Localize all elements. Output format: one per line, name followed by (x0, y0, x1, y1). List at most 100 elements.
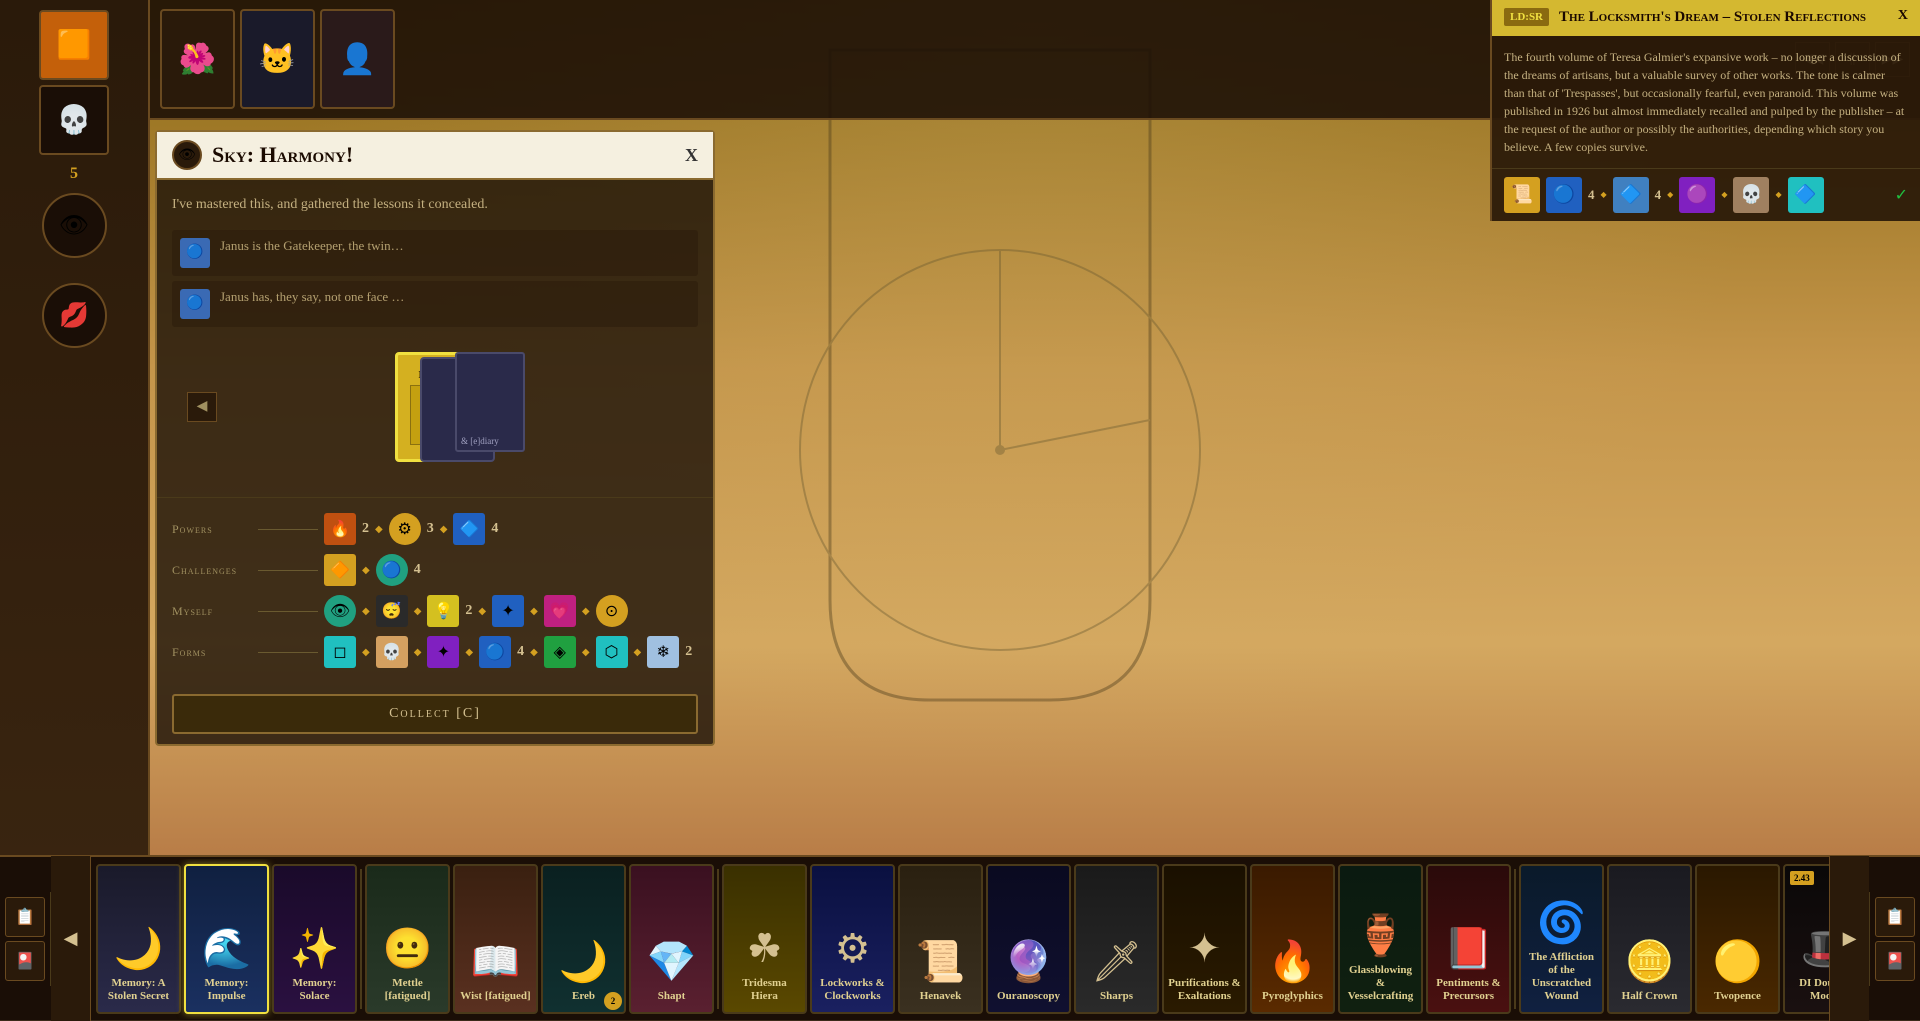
bottom-card-shapt[interactable]: 💎 Shapt (629, 864, 714, 1014)
story-glyph-2: 🔵 (186, 295, 203, 312)
forms-val-2: 2 (685, 644, 692, 660)
bottom-card-affliction[interactable]: 🌀 The Affliction of the Unscratched Woun… (1519, 864, 1604, 1014)
rp-dot-3: ◆ (1721, 190, 1727, 199)
modal-close-button[interactable]: X (685, 145, 698, 166)
myself-icon-6: ⊙ (596, 595, 628, 627)
forms-val-1: 4 (517, 644, 524, 660)
top-card-2[interactable]: 🐱 (240, 9, 315, 109)
dot-13: ◆ (582, 647, 590, 658)
bottom-card-henavek[interactable]: 📜 Henavek (898, 864, 983, 1014)
dot-5: ◆ (414, 606, 422, 617)
sidebar-icon-1: 🟧 (57, 28, 92, 62)
sidebar-slot-lips[interactable]: 💋 (42, 283, 107, 348)
modal-title: Sky: Harmony! (212, 142, 675, 168)
bc-shapt-icon: 💎 (647, 938, 697, 985)
sidebar-slot-1[interactable]: 🟧 (39, 10, 109, 80)
modal-eye-icon: 👁 (172, 140, 202, 170)
bottom-card-lockworks[interactable]: ⚙ Lockworks & Clockworks (810, 864, 895, 1014)
right-panel-checkmark[interactable]: ✓ (1895, 185, 1908, 205)
bottom-card-memory-solace[interactable]: ✨ Memory: Solace (272, 864, 357, 1014)
bc-henavek-icon: 📜 (916, 938, 966, 985)
dot-6: ◆ (478, 606, 486, 617)
rp-icon-3: 🔷 (1613, 177, 1649, 213)
bc-twopence-label: Twopence (1710, 990, 1765, 1003)
bottom-action-bottom-right[interactable]: 🎴 (1875, 941, 1915, 981)
story-item-1[interactable]: 🔵 Janus is the Gatekeeper, the twin… (172, 230, 698, 276)
bc-pyro-icon: 🔥 (1268, 938, 1318, 985)
story-item-2[interactable]: 🔵 Janus has, they say, not one face … (172, 281, 698, 327)
bottom-card-halfcrown[interactable]: 🪙 Half Crown (1607, 864, 1692, 1014)
bc-ereb-icon: 🌙 (559, 938, 609, 985)
collect-button[interactable]: Collect [C] (172, 694, 698, 734)
dot-2: ◆ (440, 524, 448, 535)
bottom-action-top-right[interactable]: 📋 (1875, 897, 1915, 937)
bc-tridesma-icon: ☘ (747, 925, 783, 972)
bc-sharps-label: Sharps (1096, 990, 1137, 1003)
top-card-1[interactable]: 🌺 (160, 9, 235, 109)
right-panel-badge: LD:SR (1504, 8, 1549, 26)
powers-val-1: 2 (362, 521, 369, 537)
top-card-1-icon: 🌺 (179, 42, 216, 77)
top-card-3-icon: 👤 (339, 42, 376, 77)
bottom-card-pentiments[interactable]: 📕 Pentiments & Precursors (1426, 864, 1511, 1014)
sidebar-slot-2[interactable]: 💀 (39, 85, 109, 155)
bottom-card-purifications[interactable]: ✦ Purifications & Exaltations (1162, 864, 1247, 1014)
challenges-row: Challenges 🔶 ◆ 🔵 4 (172, 553, 698, 588)
story-text-2: Janus has, they say, not one face … (220, 289, 404, 306)
story-icon-1: 🔵 (180, 238, 210, 268)
right-panel-close-button[interactable]: X (1898, 8, 1908, 24)
dot-3: ◆ (362, 565, 370, 576)
card-nav-arrow[interactable]: ◀ (187, 392, 217, 422)
sidebar-number: 5 (70, 165, 78, 183)
bc-ereb-badge: 2 (604, 992, 622, 1010)
bottom-nav-prev[interactable]: ◀ (51, 856, 91, 1021)
bc-didouglas-badge: 2.43 (1790, 871, 1814, 885)
powers-icon-3: 🔷 (453, 513, 485, 545)
bc-ouranoscopy-label: Ouranoscopy (993, 990, 1064, 1003)
dot-7: ◆ (530, 606, 538, 617)
bottom-card-tridesma[interactable]: ☘ Tridesma Hiera (722, 864, 807, 1014)
card-secondary[interactable]: & [e]diary (455, 352, 525, 452)
bottom-nav-next[interactable]: ▶ (1829, 856, 1869, 1021)
bottom-card-ouranoscopy[interactable]: 🔮 Ouranoscopy (986, 864, 1071, 1014)
bc-mettle-label: Mettle [fatigued] (367, 977, 448, 1003)
bottom-card-memory-impulse[interactable]: 🌊 Memory: Impulse (184, 864, 269, 1014)
bottom-card-sharps[interactable]: 🗡 Sharps (1074, 864, 1159, 1014)
powers-row: Powers 🔥 2 ◆ ⚙ 3 ◆ 🔷 4 (172, 512, 698, 547)
right-panel-header: LD:SR The Locksmith's Dream – Stolen Ref… (1492, 0, 1920, 36)
bc-memory-secret-label: Memory: A Stolen Secret (98, 977, 179, 1003)
bottom-action-bottom-left[interactable]: 🎴 (5, 941, 45, 981)
dot-1: ◆ (375, 524, 383, 535)
bottom-card-mettle[interactable]: 😐 Mettle [fatigued] (365, 864, 450, 1014)
bottom-card-ereb[interactable]: 🌙 Ereb 2 (541, 864, 626, 1014)
sidebar-slot-eye[interactable]: 👁 (42, 193, 107, 258)
bottom-cards-area: 🌙 Memory: A Stolen Secret 🌊 Memory: Impu… (91, 859, 1829, 1019)
bottom-card-memory-secret[interactable]: 🌙 Memory: A Stolen Secret (96, 864, 181, 1014)
dot-14: ◆ (634, 647, 642, 658)
bc-twopence-icon: 🟡 (1713, 938, 1763, 985)
bottom-card-glassblowing[interactable]: 🏺 Glassblowing & Vesselcrafting (1338, 864, 1423, 1014)
story-text-1: Janus is the Gatekeeper, the twin… (220, 238, 404, 255)
bottom-card-pyroglyphics[interactable]: 🔥 Pyroglyphics (1250, 864, 1335, 1014)
bottom-action-top-left[interactable]: 📋 (5, 897, 45, 937)
rp-val-1: 4 (1588, 187, 1595, 203)
story-icon-2: 🔵 (180, 289, 210, 319)
right-panel-title: The Locksmith's Dream – Stolen Reflectio… (1559, 8, 1888, 28)
forms-icon-2: 💀 (376, 636, 408, 668)
sidebar-eye-icon: 👁 (59, 211, 89, 240)
top-card-3[interactable]: 👤 (320, 9, 395, 109)
rp-val-2: 4 (1655, 187, 1662, 203)
bc-affliction-icon: 🌀 (1537, 899, 1587, 946)
powers-val-3: 4 (491, 521, 498, 537)
right-panel: LD:SR The Locksmith's Dream – Stolen Ref… (1490, 0, 1920, 221)
bc-ouranoscopy-icon: 🔮 (1004, 938, 1054, 985)
challenges-icon-1: 🔶 (324, 554, 356, 586)
left-sidebar: 🟧 💀 5 👁 💋 (0, 0, 150, 920)
powers-line (258, 529, 318, 530)
powers-icon-2: ⚙ (389, 513, 421, 545)
bottom-left-actions: 📋 🎴 (0, 892, 51, 986)
bc-purif-label: Purifications & Exaltations (1164, 977, 1245, 1003)
bottom-card-wist[interactable]: 📖 Wist [fatigued] (453, 864, 538, 1014)
bottom-card-di-douglas[interactable]: 🎩 DI Douglas Moore 2.43 (1783, 864, 1829, 1014)
bottom-card-twopence[interactable]: 🟡 Twopence (1695, 864, 1780, 1014)
